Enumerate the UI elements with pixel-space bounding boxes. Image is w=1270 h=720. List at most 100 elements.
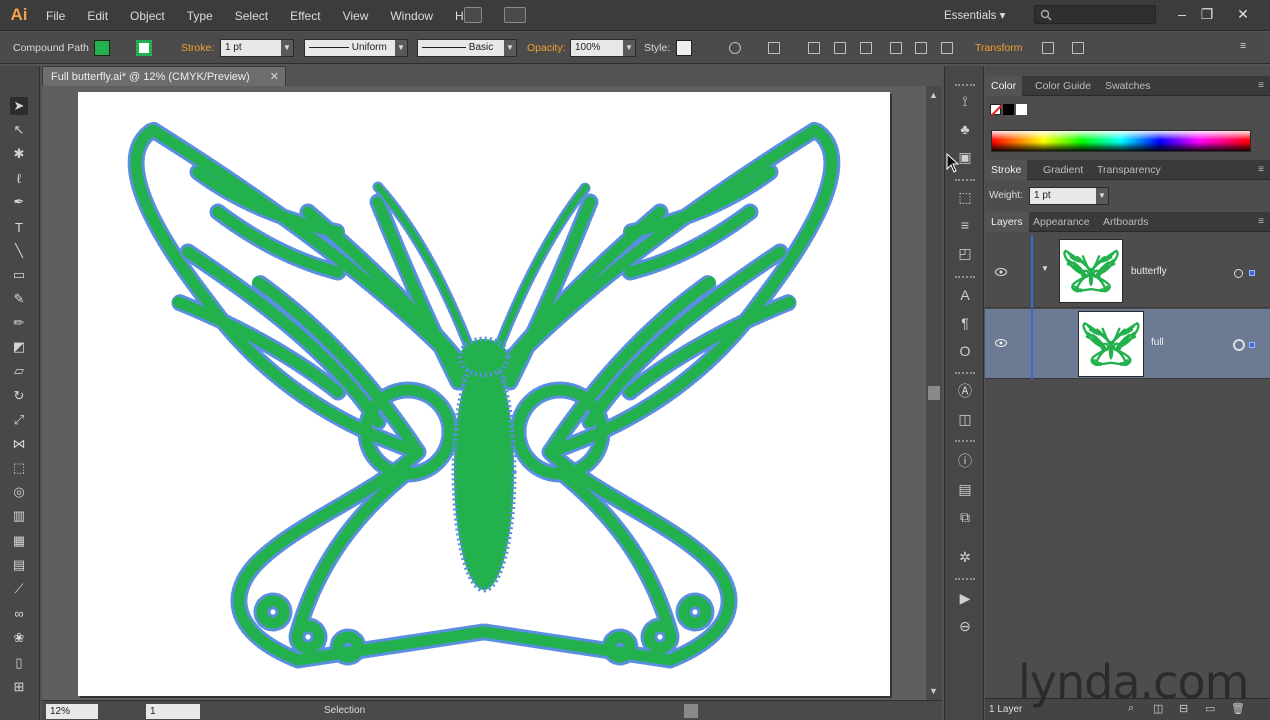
opacity-field[interactable]: 100% ▼ [570,39,636,57]
stroke-swatch[interactable] [136,40,152,56]
eraser-tool-icon[interactable]: ▱ [10,362,28,380]
info-icon[interactable]: ⓘ [956,452,974,470]
transform-link[interactable]: Transform [975,42,1022,54]
color-spectrum[interactable] [991,130,1251,152]
align-left-icon[interactable] [808,42,820,54]
black-swatch[interactable] [1003,104,1014,115]
none-swatch[interactable] [990,104,1003,117]
align-right-icon[interactable] [860,42,872,54]
strip-grip[interactable] [955,440,975,442]
brush-definition[interactable]: Basic ▼ [417,39,517,57]
tab-artboards[interactable]: Artboards [1097,212,1155,232]
align-icon[interactable]: ≡ [956,216,974,234]
tab-swatches[interactable]: Swatches [1099,76,1157,96]
canvas-area[interactable] [42,86,926,700]
artboard[interactable] [78,92,890,696]
rectangle-tool-icon[interactable]: ▭ [10,266,28,284]
color-panel-menu-icon[interactable]: ≡ [1258,80,1264,91]
control-panel-menu-icon[interactable]: ≡ [1240,40,1246,52]
opentype-icon[interactable]: O [956,342,974,360]
stroke-label[interactable]: Stroke: [181,42,214,54]
fill-swatch[interactable] [94,40,110,56]
brushes-icon[interactable]: ⟟ [956,92,974,110]
layer-row-full[interactable]: full [985,309,1270,379]
menu-view[interactable]: View [343,9,369,23]
blob-brush-tool-icon[interactable]: ◩ [10,338,28,356]
gradient-tool-icon[interactable]: ▤ [10,556,28,574]
artboard-tool-icon[interactable]: ⊞ [10,678,28,696]
graphic-style-swatch[interactable] [676,40,692,56]
magic-wand-tool-icon[interactable]: ✱ [10,145,28,163]
navigator-icon[interactable]: ✲ [956,548,974,566]
strip-grip[interactable] [955,372,975,374]
symbol-sprayer-tool-icon[interactable]: ❀ [10,629,28,647]
tab-stroke[interactable]: Stroke [985,160,1028,180]
butterfly-artwork[interactable] [78,92,890,696]
layer-name-full[interactable]: full [1151,337,1164,348]
menu-select[interactable]: Select [235,9,268,23]
recolor-artwork-icon[interactable] [729,42,741,54]
pen-tool-icon[interactable]: ✒ [10,193,28,211]
menu-type[interactable]: Type [187,9,213,23]
character-styles-icon[interactable]: Ⓐ [956,382,974,400]
selection-indicator[interactable] [1249,270,1255,276]
white-swatch[interactable] [1016,104,1027,115]
layers-panel-menu-icon[interactable]: ≡ [1258,216,1264,227]
workspace-switcher[interactable]: Essentials ▾ [944,8,1005,22]
close-document-icon[interactable]: ✕ [270,67,279,87]
rotate-tool-icon[interactable]: ↻ [10,387,28,405]
scale-tool-icon[interactable]: ⤢ [10,411,28,429]
paintbrush-tool-icon[interactable]: ✎ [10,290,28,308]
align-bottom-icon[interactable] [941,42,953,54]
variable-width-profile[interactable]: Uniform ▼ [304,39,408,57]
align-to-icon[interactable] [768,42,780,54]
pencil-tool-icon[interactable]: ✏ [10,314,28,332]
align-middle-icon[interactable] [915,42,927,54]
symbols-icon[interactable]: ♣ [956,120,974,138]
paragraph-icon[interactable]: ¶ [956,314,974,332]
select-similar-icon[interactable] [1072,42,1084,54]
strip-grip[interactable] [955,578,975,580]
tab-layers[interactable]: Layers [985,212,1029,232]
paragraph-styles-icon[interactable]: ◫ [956,410,974,428]
close-icon[interactable]: ✕ [1231,3,1255,25]
line-tool-icon[interactable]: ╲ [10,242,28,260]
blend-tool-icon[interactable]: ∞ [10,604,28,622]
tab-appearance[interactable]: Appearance [1027,212,1096,232]
links-chain-icon[interactable]: ⊖ [956,617,974,635]
shape-builder-tool-icon[interactable]: ◎ [10,483,28,501]
expand-triangle-icon[interactable]: ▼ [1041,264,1049,273]
tab-color-guide[interactable]: Color Guide [1029,76,1097,96]
menu-window[interactable]: Window [390,9,433,23]
tab-transparency[interactable]: Transparency [1091,160,1167,180]
align-center-icon[interactable] [834,42,846,54]
graph-tool-icon[interactable]: ▥ [10,507,28,525]
status-tool-label[interactable]: Selection [324,705,365,716]
opacity-label[interactable]: Opacity: [527,42,566,54]
target-selected-icon[interactable] [1233,339,1245,351]
layer-row-butterfly[interactable]: ▼ butterfly [985,236,1270,308]
isolate-selected-icon[interactable] [1042,42,1054,54]
scroll-up-icon[interactable]: ▲ [929,90,938,100]
menu-effect[interactable]: Effect [290,9,320,23]
artboard-number-field[interactable]: 1 [146,704,200,719]
vertical-scroll-thumb[interactable] [928,386,940,400]
horizontal-scroll-thumb[interactable] [684,704,698,718]
vertical-scrollbar[interactable]: ▲ ▼ [926,86,942,700]
align-top-icon[interactable] [890,42,902,54]
stroke-panel-menu-icon[interactable]: ≡ [1258,164,1264,175]
transform-icon[interactable]: ⬚ [956,188,974,206]
menu-object[interactable]: Object [130,9,165,23]
lasso-tool-icon[interactable]: ℓ [10,169,28,187]
type-tool-icon[interactable]: T [10,218,28,236]
width-tool-icon[interactable]: ⋈ [10,435,28,453]
layer-name-butterfly[interactable]: butterfly [1131,266,1167,277]
free-transform-tool-icon[interactable]: ⬚ [10,459,28,477]
zoom-level-field[interactable]: 12% [46,704,98,719]
character-icon[interactable]: A [956,286,974,304]
menu-edit[interactable]: Edit [87,9,108,23]
document-tab[interactable]: Full butterfly.ai* @ 12% (CMYK/Preview) … [42,66,286,86]
pathfinder-icon[interactable]: ◰ [956,244,974,262]
document-info-icon[interactable]: ▤ [956,480,974,498]
strip-grip[interactable] [955,84,975,86]
